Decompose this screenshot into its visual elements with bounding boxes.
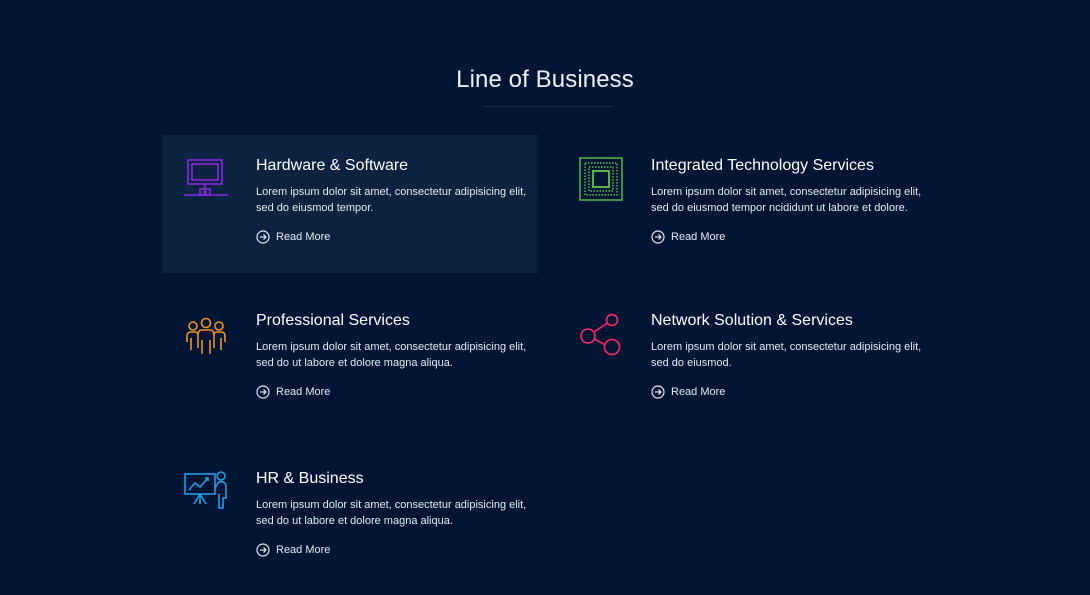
service-card-network-solution[interactable]: Network Solution & Services Lorem ipsum … bbox=[557, 290, 933, 428]
read-more-link[interactable]: Read More bbox=[256, 230, 330, 244]
card-description: Lorem ipsum dolor sit amet, consectetur … bbox=[256, 341, 527, 369]
service-card-professional-services[interactable]: Professional Services Lorem ipsum dolor … bbox=[162, 290, 538, 428]
card-description: Lorem ipsum dolor sit amet, consectetur … bbox=[256, 186, 527, 214]
share-icon bbox=[577, 310, 625, 358]
service-card-integrated-technology[interactable]: Integrated Technology Services Lorem ips… bbox=[557, 135, 933, 273]
card-title: Hardware & Software bbox=[256, 157, 409, 174]
card-title: HR & Business bbox=[256, 470, 364, 487]
chip-icon bbox=[577, 155, 625, 203]
card-description: Lorem ipsum dolor sit amet, consectetur … bbox=[651, 186, 922, 214]
read-more-link[interactable]: Read More bbox=[651, 230, 725, 244]
card-title: Professional Services bbox=[256, 312, 410, 329]
card-title: Integrated Technology Services bbox=[651, 157, 874, 174]
arrow-circle-icon bbox=[651, 230, 665, 244]
title-divider bbox=[483, 106, 613, 107]
read-more-link[interactable]: Read More bbox=[256, 543, 330, 557]
arrow-circle-icon bbox=[256, 543, 270, 557]
read-more-label: Read More bbox=[276, 231, 331, 243]
arrow-circle-icon bbox=[256, 385, 270, 399]
presentation-icon bbox=[182, 468, 230, 516]
arrow-circle-icon bbox=[651, 385, 665, 399]
read-more-label: Read More bbox=[276, 544, 331, 556]
card-title: Network Solution & Services bbox=[651, 312, 853, 329]
read-more-link[interactable]: Read More bbox=[256, 385, 330, 399]
read-more-link[interactable]: Read More bbox=[651, 385, 725, 399]
service-card-hr-business[interactable]: HR & Business Lorem ipsum dolor sit amet… bbox=[162, 448, 538, 586]
card-description: Lorem ipsum dolor sit amet, consectetur … bbox=[256, 499, 527, 527]
card-description: Lorem ipsum dolor sit amet, consectetur … bbox=[651, 341, 922, 369]
read-more-label: Read More bbox=[276, 386, 331, 398]
arrow-circle-icon bbox=[256, 230, 270, 244]
section-title: Line of Business bbox=[456, 66, 634, 93]
team-icon bbox=[182, 310, 230, 358]
read-more-label: Read More bbox=[671, 386, 726, 398]
read-more-label: Read More bbox=[671, 231, 726, 243]
monitor-icon bbox=[182, 155, 230, 203]
service-card-hardware-software[interactable]: Hardware & Software Lorem ipsum dolor si… bbox=[162, 135, 538, 273]
